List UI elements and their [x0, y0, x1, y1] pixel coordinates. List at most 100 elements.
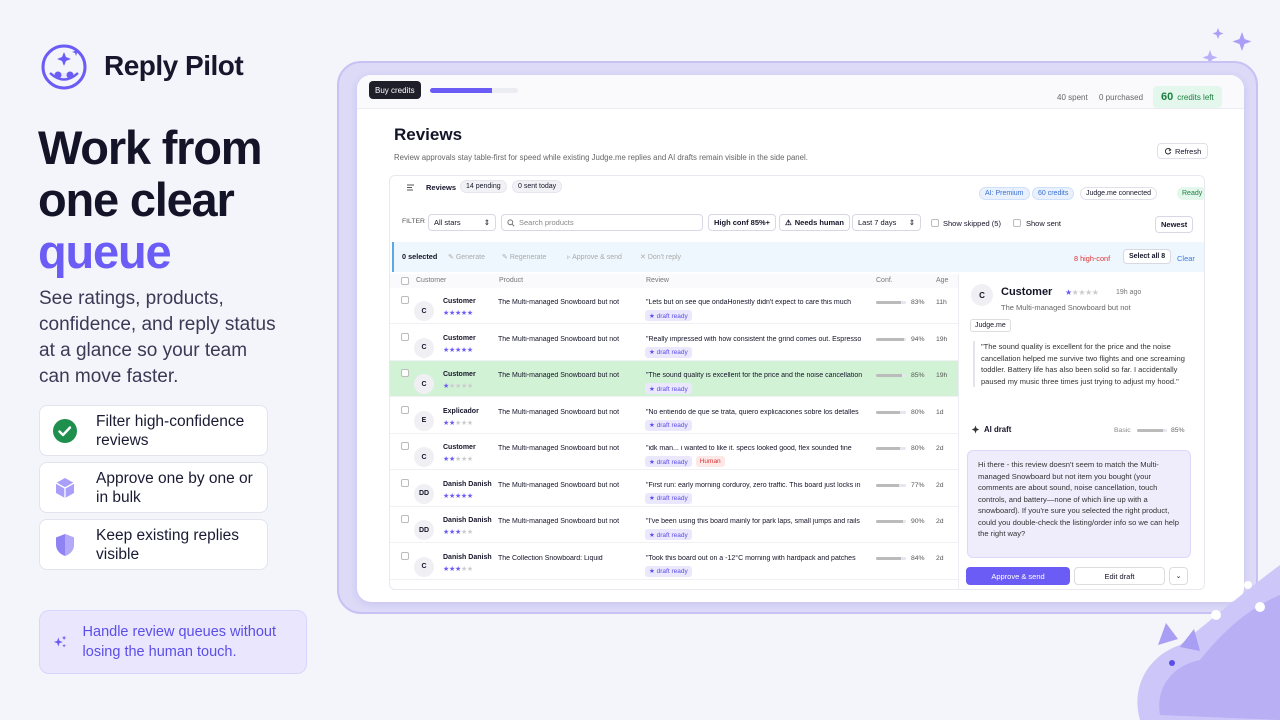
product-name: The Multi-managed Snowboard but not	[498, 445, 620, 452]
human-tag: Human	[695, 456, 725, 467]
table-row[interactable]: E Explicador ★★★★★ The Multi-managed Sno…	[390, 398, 958, 434]
row-tags: ★ draft ready	[645, 310, 692, 321]
chevron-updown-icon: ⇕	[483, 218, 490, 227]
review-age: 2d	[936, 481, 944, 489]
feature-card-replies: Keep existing replies visible	[39, 519, 268, 570]
select-all-button[interactable]: Select all 8	[1123, 249, 1172, 264]
row-checkbox[interactable]	[401, 296, 409, 304]
search-icon	[507, 218, 515, 227]
quoll-mascot-illustration	[1137, 565, 1280, 720]
confidence-bar	[876, 520, 906, 523]
dont-reply-button[interactable]: ✕ Don't reply	[640, 253, 681, 261]
feature-label: Approve one by one or in bulk	[96, 469, 253, 506]
date-range-value: Last 7 days	[858, 218, 897, 227]
search-input[interactable]: Search products	[501, 214, 703, 231]
wand-icon: ✎	[502, 254, 510, 261]
wand-icon: ✎	[448, 254, 456, 261]
draft-ready-tag: ★ draft ready	[645, 383, 692, 394]
table-row[interactable]: DD Danish Danish ★★★★★ The Multi-managed…	[390, 507, 958, 543]
credits-purchased: 0 purchased	[1099, 93, 1144, 102]
row-tags: ★ draft ready	[645, 383, 692, 394]
row-checkbox[interactable]	[401, 369, 409, 377]
row-checkbox[interactable]	[401, 405, 409, 414]
review-age: 19h	[936, 335, 948, 343]
avatar: C	[414, 447, 434, 467]
draft-ready-tag: ★ draft ready	[645, 419, 692, 431]
sort-select[interactable]: Newest	[1155, 216, 1194, 233]
high-conf-count: 8 high-conf	[1074, 254, 1111, 263]
show-skipped-checkbox[interactable]	[931, 219, 939, 227]
review-detail-panel: C Customer ★★★★★ 19h ago The Multi-manag…	[958, 274, 1204, 589]
show-sent-checkbox[interactable]	[1013, 219, 1021, 227]
buy-credits-button[interactable]: Buy credits	[369, 81, 421, 99]
row-checkbox[interactable]	[401, 551, 409, 560]
table-row[interactable]: C Customer ★★★★★ The Multi-managed Snowb…	[390, 434, 958, 470]
column-header: Customer	[416, 277, 447, 284]
pending-badge: 14 pending	[460, 180, 507, 193]
rating-stars: ★★★★★	[443, 310, 473, 317]
cube-icon	[55, 477, 75, 498]
source-badge: Judge.me	[970, 319, 1011, 332]
detail-rating-stars: ★★★★★	[1065, 288, 1099, 297]
confidence-pct: 84%	[911, 554, 925, 562]
approve-send-button[interactable]: Approve & send	[966, 567, 1070, 585]
review-snippet: "Really impressed with how consistent th…	[646, 335, 862, 343]
table-row[interactable]: C Customer ★★★★★ The Multi-managed Snowb…	[390, 361, 958, 397]
row-checkbox[interactable]	[401, 332, 409, 341]
headline-line-2: one clear	[38, 173, 235, 226]
draft-ready-tag: ★ draft ready	[645, 492, 692, 504]
page-description: Review approvals stay table-first for sp…	[394, 153, 808, 162]
table-row[interactable]: C Danish Danish ★★★★★ The Collection Sno…	[390, 544, 958, 580]
clear-selection-link[interactable]: Clear	[1177, 254, 1195, 263]
credits-left-number: 60	[1161, 91, 1174, 103]
confidence-pct: 83%	[911, 299, 925, 306]
refresh-button[interactable]: Refresh	[1157, 143, 1209, 159]
confidence-pct: 85%	[911, 372, 925, 379]
product-name: The Multi-managed Snowboard but not	[498, 372, 620, 379]
stars-select[interactable]: All stars ⇕	[428, 214, 496, 231]
row-checkbox[interactable]	[401, 442, 409, 450]
rating-stars: ★★★★★	[443, 383, 473, 390]
confidence-bar	[876, 337, 906, 341]
show-sent-label: Show sent	[1026, 219, 1062, 228]
confidence-bar	[876, 374, 906, 377]
feature-label: Filter high-confidence reviews	[96, 412, 245, 449]
table-row[interactable]: C Customer ★★★★★ The Multi-managed Snowb…	[390, 288, 958, 324]
column-header: Review	[646, 277, 669, 284]
warning-icon: ⚠	[785, 218, 792, 227]
reviews-card-header: Reviews 14 pending 0 sent today AI: Prem…	[390, 176, 1204, 200]
regenerate-button[interactable]: ✎ Regenerate	[502, 253, 546, 261]
high-conf-filter[interactable]: High conf 85%+	[708, 214, 777, 231]
brand: Reply Pilot	[38, 40, 244, 92]
avatar: C	[971, 284, 993, 306]
date-range-select[interactable]: Last 7 days ⇕	[852, 214, 921, 231]
ai-draft-text[interactable]: Hi there - this review doesn't seem to m…	[967, 450, 1191, 558]
customer-name: Danish Danish	[443, 517, 492, 524]
rating-stars: ★★★★★	[443, 456, 473, 463]
product-name: The Multi-managed Snowboard but not	[498, 335, 620, 343]
row-checkbox[interactable]	[401, 515, 409, 523]
row-tags: ★ draft ready	[645, 492, 692, 504]
review-snippet: "I've been using this board mainly for p…	[646, 518, 860, 525]
select-all-checkbox[interactable]	[401, 277, 409, 285]
customer-name: Customer	[443, 334, 476, 342]
row-checkbox[interactable]	[401, 478, 409, 487]
confidence-pct: 94%	[911, 335, 925, 343]
confidence-pct: 80%	[911, 408, 925, 416]
review-snippet: "Took this board out on a -12°C morning …	[646, 554, 856, 562]
filter-label: FILTER	[402, 218, 425, 225]
ai-draft-label: AI draft	[984, 425, 1012, 434]
avatar: C	[414, 301, 434, 321]
draft-ready-tag: ★ draft ready	[645, 456, 692, 467]
ai-plan-badge: AI: Premium	[979, 187, 1030, 200]
ai-draft-header: AI draft	[971, 425, 1011, 434]
table-row[interactable]: C Customer ★★★★★ The Multi-managed Snowb…	[390, 325, 958, 361]
needs-human-filter[interactable]: ⚠ Needs human	[779, 214, 850, 231]
confidence-pct: 90%	[911, 518, 925, 525]
credits-left-badge: 60 credits left	[1153, 86, 1222, 108]
review-age: 2d	[936, 554, 944, 562]
table-row[interactable]: DD Danish Danish ★★★★★ The Multi-managed…	[390, 471, 958, 507]
selected-count: 0 selected	[402, 252, 438, 261]
generate-button[interactable]: ✎ Generate	[448, 253, 485, 261]
approve-send-bulk-button[interactable]: ▹ Approve & send	[567, 253, 622, 261]
